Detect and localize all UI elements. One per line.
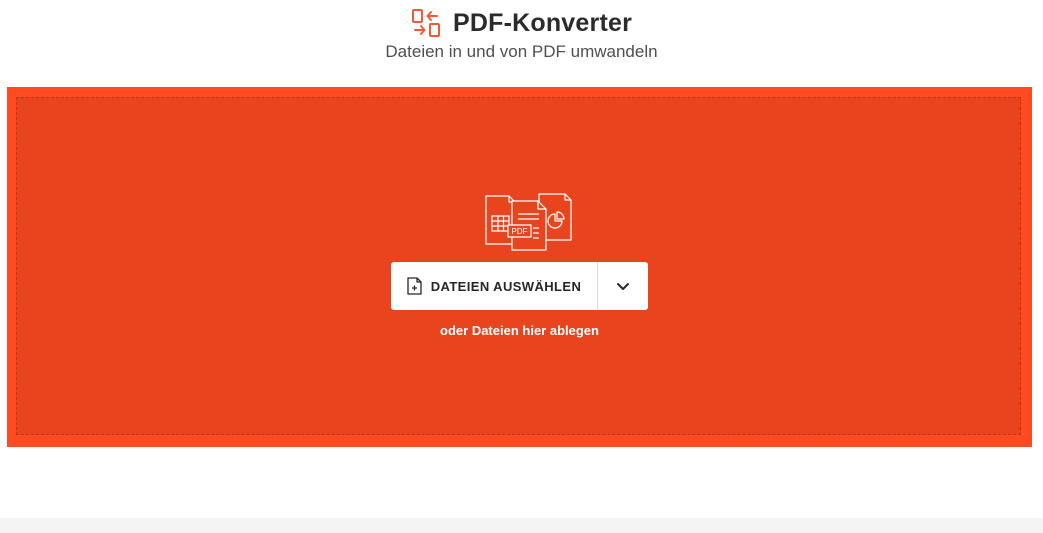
pdf-badge-text: PDF — [512, 227, 528, 236]
documents-illustration-icon: PDF — [485, 193, 572, 251]
choose-files-button[interactable]: DATEIEN AUSWÄHLEN — [391, 262, 597, 310]
convert-arrows-icon — [411, 9, 440, 37]
choose-files-label: DATEIEN AUSWÄHLEN — [430, 278, 582, 294]
chevron-down-icon — [617, 282, 629, 290]
page-title: PDF-Konverter — [452, 9, 633, 37]
file-add-icon — [407, 277, 422, 295]
footer-strip — [0, 518, 1043, 533]
dropzone-inner-area[interactable]: PDF DATEIEN AUSWÄHLEN oder Dateien hier … — [16, 97, 1021, 435]
page-subtitle: Dateien in und von PDF umwandeln — [385, 42, 658, 61]
choose-files-button-group[interactable]: DATEIEN AUSWÄHLEN — [391, 262, 648, 310]
file-dropzone[interactable]: PDF DATEIEN AUSWÄHLEN oder Dateien hier … — [7, 87, 1032, 447]
drop-hint-text: oder Dateien hier ablegen — [440, 323, 599, 338]
title-row: PDF-Konverter — [0, 6, 1043, 40]
page-header: PDF-Konverter Dateien in und von PDF umw… — [0, 0, 1043, 80]
upload-source-dropdown-button[interactable] — [598, 262, 648, 310]
